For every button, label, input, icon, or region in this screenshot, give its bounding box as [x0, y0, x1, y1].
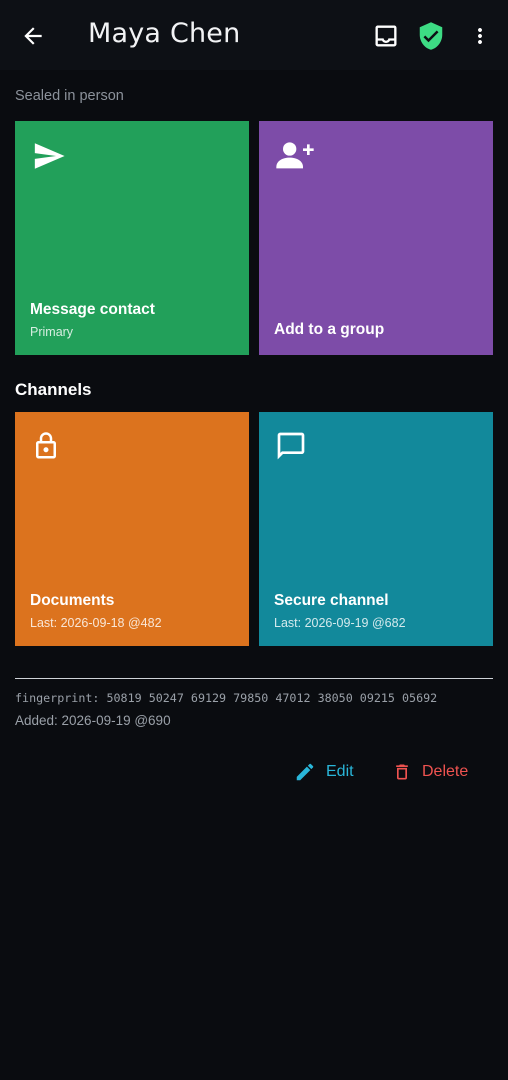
back-button[interactable]	[18, 21, 48, 51]
tile-sublabel: Last: 2026-09-19 @682	[274, 616, 406, 630]
lock-icon	[36, 432, 56, 459]
add-to-group-tile[interactable]: Add to a group	[259, 121, 493, 355]
tile-label: Message contact	[30, 301, 155, 318]
edit-button[interactable]: Edit	[294, 758, 354, 786]
tile-sublabel: Last: 2026-09-18 @482	[30, 616, 162, 630]
edit-label: Edit	[326, 763, 354, 780]
delete-label: Delete	[422, 763, 469, 780]
person-add-icon	[276, 142, 314, 169]
overflow-menu-button[interactable]	[468, 22, 492, 50]
tile-sublabel: Primary	[30, 325, 74, 339]
arrow-back-icon	[24, 27, 42, 45]
delete-button[interactable]: Delete	[392, 758, 468, 786]
tile-label: Add to a group	[274, 321, 385, 338]
shield-check-icon	[419, 22, 443, 50]
divider	[15, 678, 493, 679]
chat-bubble-icon	[277, 432, 305, 460]
contact-name-title: Maya Chen	[88, 18, 241, 49]
more-vert-icon	[478, 28, 482, 44]
verified-shield-button[interactable]	[416, 20, 446, 52]
channel-tile-secure-channel[interactable]: Secure channel Last: 2026-09-19 @682	[259, 412, 493, 646]
inbox-icon	[375, 25, 397, 47]
channel-tile-documents[interactable]: Documents Last: 2026-09-18 @482	[15, 412, 249, 646]
tile-label: Documents	[30, 592, 115, 609]
inbox-button[interactable]	[372, 22, 400, 50]
verification-caption: Sealed in person	[15, 88, 124, 104]
trash-icon	[396, 764, 408, 780]
message-contact-tile[interactable]: Message contact Primary	[15, 121, 249, 355]
send-icon	[34, 143, 65, 169]
added-date-text: Added: 2026-09-19 @690	[15, 713, 171, 728]
tile-label: Secure channel	[274, 592, 389, 609]
fingerprint-text: fingerprint: 50819 50247 69129 79850 470…	[15, 691, 438, 705]
channels-heading: Channels	[15, 380, 92, 399]
app-bar: Maya Chen	[0, 0, 508, 70]
pencil-icon	[296, 763, 314, 781]
